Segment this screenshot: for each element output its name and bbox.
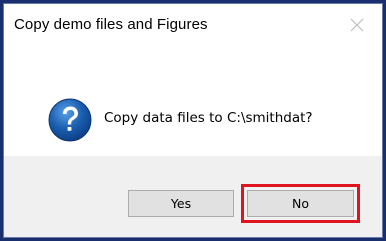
button-bar: Yes No — [4, 156, 382, 237]
dialog-message: Copy data files to C:\smithdat? — [104, 110, 313, 126]
message-dialog: Copy demo files and Figures Copy data fi… — [3, 3, 383, 238]
window-frame: Copy demo files and Figures Copy data fi… — [0, 0, 386, 241]
question-icon — [48, 98, 92, 142]
dialog-title: Copy demo files and Figures — [14, 16, 208, 33]
no-button[interactable]: No — [241, 184, 360, 223]
dialog-body: Copy data files to C:\smithdat? — [4, 54, 382, 156]
close-button[interactable] — [346, 14, 368, 36]
yes-button[interactable]: Yes — [128, 190, 234, 217]
close-icon — [350, 18, 364, 32]
title-bar[interactable]: Copy demo files and Figures — [4, 4, 382, 54]
